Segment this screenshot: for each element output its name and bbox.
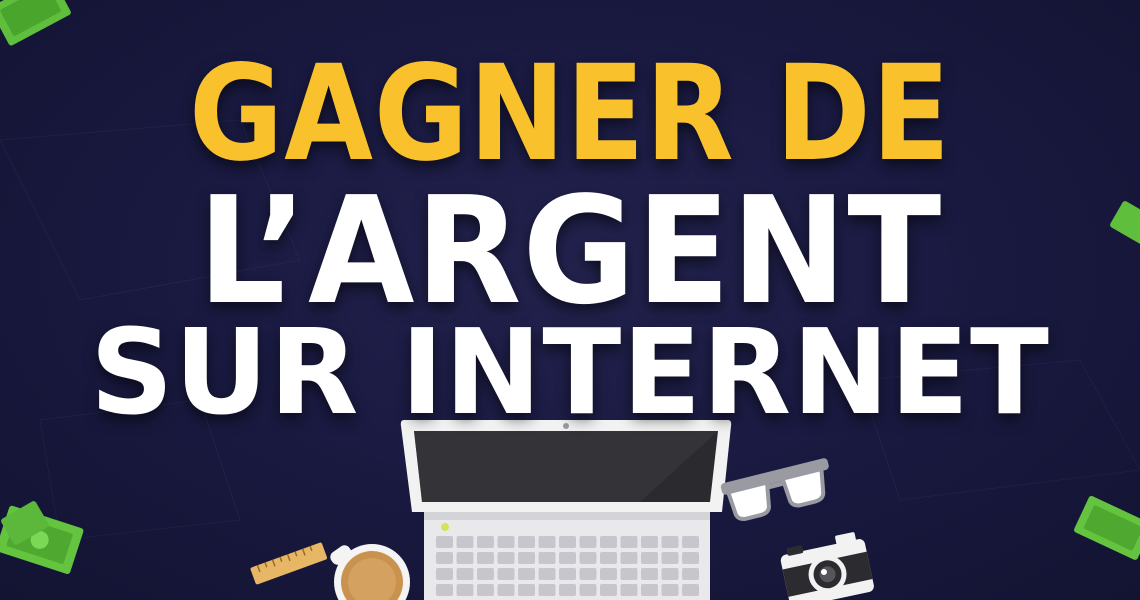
keyboard-key [518,584,535,596]
keyboard-key [661,536,679,548]
keyboard-key [456,568,474,580]
banknote-right-icon [1074,495,1140,560]
keyboard-key [682,584,699,596]
keyboard-key [600,552,617,564]
keyboard-key [477,552,494,564]
keyboard-key [497,568,515,580]
keyboard-key [436,584,453,596]
keyboard-key [538,552,556,564]
headline-line-1: GAGNER DE [189,37,951,191]
banknote-right-edge-icon [1110,201,1140,245]
keyboard-key [497,552,515,564]
keyboard-key [518,536,535,548]
keyboard-key [456,536,474,548]
camera-icon [780,532,874,600]
glasses-icon [720,458,829,521]
keyboard-key [579,536,597,548]
keyboard-key [661,552,679,564]
keyboard-key [436,568,453,580]
keyboard-key [477,568,494,580]
coffee-cup-icon [330,544,410,600]
keyboard-key [579,552,597,564]
keyboard-key [497,584,515,596]
keyboard-key [682,568,699,580]
keyboard-key [456,584,474,596]
keyboard-key [456,552,474,564]
keyboard-key [641,584,658,596]
keyboard-key [620,552,638,564]
keyboard-key [559,568,576,580]
keyboard-key [436,536,453,548]
keyboard-key [538,536,556,548]
keyboard-key [600,584,617,596]
headline-line-3: SUR INTERNET [90,303,1050,441]
keyboard-key [518,568,535,580]
keyboard-key [538,568,556,580]
keyboard-key [559,552,576,564]
keyboard-key [579,568,597,580]
keyboard-key [620,568,638,580]
keyboard-key [661,568,679,580]
keyboard-key [559,584,576,596]
keyboard-key [477,536,494,548]
keyboard-key [477,584,494,596]
keyboard-key [579,584,597,596]
keyboard-key [600,568,617,580]
keyboard-key [620,536,638,548]
thumbnail-scene: GAGNER DE L’ARGENT SUR INTERNET [0,0,1140,600]
banknote-top-left-icon [0,0,71,46]
keyboard-key [559,536,576,548]
keyboard-key [620,584,638,596]
keyboard-key [518,552,535,564]
keyboard-key [682,552,699,564]
keyboard-key [641,568,658,580]
keyboard-key [682,536,699,548]
keyboard-key [497,536,515,548]
keyboard-key [641,536,658,548]
keyboard-key [661,584,679,596]
keyboard-key [600,536,617,548]
keyboard-key [538,584,556,596]
keyboard-key [436,552,453,564]
ruler-icon [250,542,328,585]
keyboard-key [641,552,658,564]
